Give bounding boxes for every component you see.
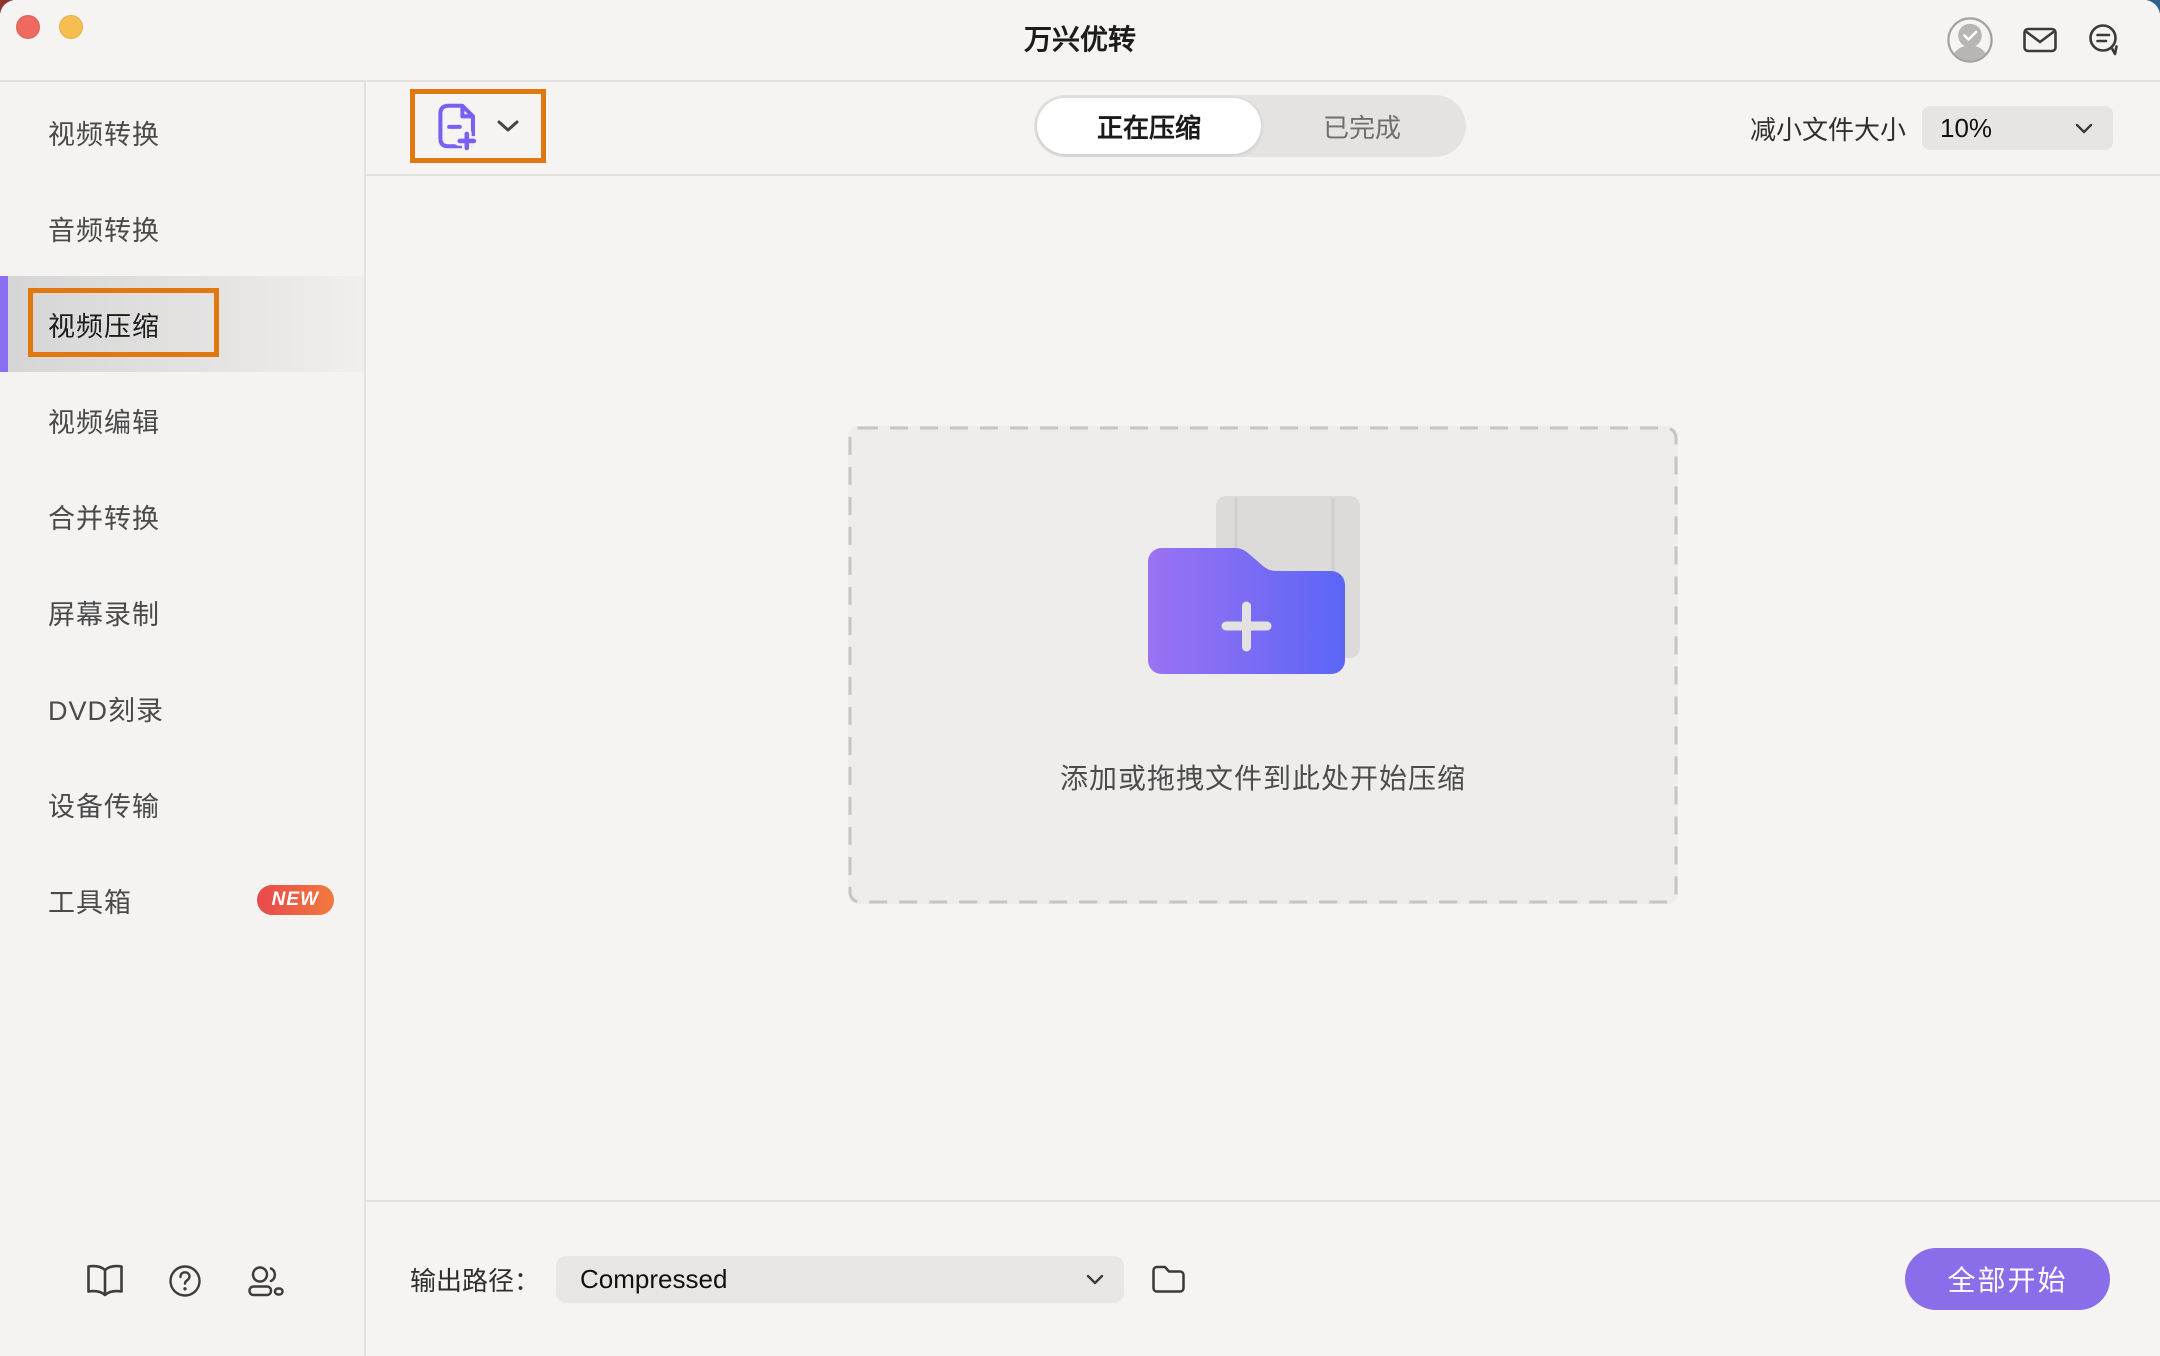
browse-folder-button[interactable] — [1150, 1264, 1186, 1294]
window-title: 万兴优转 — [0, 0, 2160, 80]
add-folder-icon — [1148, 496, 1378, 691]
file-drop-zone[interactable]: 添加或拖拽文件到此处开始压缩 — [848, 426, 1678, 904]
chevron-down-icon — [496, 119, 520, 133]
sidebar-item-label: 设备传输 — [48, 785, 160, 824]
sidebar-item-label: 视频压缩 — [48, 305, 160, 344]
sidebar-item-label: 工具箱 — [48, 881, 132, 920]
reduce-size-label: 减小文件大小 — [1750, 110, 1906, 147]
sidebar-item-label: 视频编辑 — [48, 401, 160, 440]
sidebar: 视频转换 音频转换 视频压缩 视频编辑 合并转换 屏幕录制 DVD刻录 — [0, 82, 366, 1356]
reduce-size-select[interactable]: 10% — [1922, 106, 2113, 150]
sidebar-item-label: 合并转换 — [48, 497, 160, 536]
main-area: 正在压缩 已完成 减小文件大小 10% — [366, 82, 2160, 1356]
start-all-button[interactable]: 全部开始 — [1905, 1248, 2110, 1310]
reduce-size-value: 10% — [1940, 113, 1992, 144]
sidebar-item-label: 屏幕录制 — [48, 593, 160, 632]
feedback-icon[interactable] — [2086, 23, 2122, 57]
sidebar-item-video-compress[interactable]: 视频压缩 — [0, 276, 364, 372]
folder-icon — [1150, 1264, 1186, 1294]
output-path-label: 输出路径： — [410, 1261, 540, 1298]
sidebar-item-label: 视频转换 — [48, 113, 160, 152]
footer-bar: 输出路径： Compressed 全部开始 — [366, 1200, 2160, 1356]
sidebar-item-merge-convert[interactable]: 合并转换 — [0, 468, 364, 564]
app-window: 万兴优转 — [0, 0, 2160, 1356]
tab-completed[interactable]: 已完成 — [1261, 98, 1463, 154]
sidebar-item-audio-convert[interactable]: 音频转换 — [0, 180, 364, 276]
community-icon[interactable] — [245, 1261, 285, 1301]
sidebar-nav: 视频转换 音频转换 视频压缩 视频编辑 合并转换 屏幕录制 DVD刻录 — [0, 84, 364, 948]
output-path-select[interactable]: Compressed — [556, 1256, 1124, 1303]
add-file-button[interactable] — [410, 89, 546, 163]
mail-icon[interactable] — [2022, 25, 2058, 55]
help-icon[interactable] — [165, 1261, 205, 1301]
status-tabs: 正在压缩 已完成 — [1034, 95, 1466, 157]
sidebar-item-screen-record[interactable]: 屏幕录制 — [0, 564, 364, 660]
drop-zone-hint: 添加或拖拽文件到此处开始压缩 — [1060, 757, 1466, 797]
sidebar-item-dvd-burn[interactable]: DVD刻录 — [0, 660, 364, 756]
sidebar-item-label: 音频转换 — [48, 209, 160, 248]
titlebar: 万兴优转 — [0, 0, 2160, 82]
output-path-value: Compressed — [580, 1264, 727, 1295]
sidebar-item-label: DVD刻录 — [48, 689, 164, 728]
selected-accent-bar — [0, 276, 8, 372]
sidebar-item-video-edit[interactable]: 视频编辑 — [0, 372, 364, 468]
tab-compressing[interactable]: 正在压缩 — [1037, 98, 1261, 154]
chevron-down-icon — [2075, 123, 2093, 134]
sidebar-item-toolbox[interactable]: 工具箱 NEW — [0, 852, 364, 948]
toolbar: 正在压缩 已完成 减小文件大小 10% — [366, 82, 2160, 176]
sidebar-item-video-convert[interactable]: 视频转换 — [0, 84, 364, 180]
account-icon[interactable] — [1946, 16, 1994, 64]
new-badge: NEW — [257, 885, 334, 915]
user-guide-book-icon[interactable] — [85, 1261, 125, 1301]
sidebar-item-device-transfer[interactable]: 设备传输 — [0, 756, 364, 852]
chevron-down-icon — [1086, 1274, 1104, 1285]
content-area: 添加或拖拽文件到此处开始压缩 — [366, 176, 2160, 1198]
add-file-icon — [436, 100, 480, 152]
